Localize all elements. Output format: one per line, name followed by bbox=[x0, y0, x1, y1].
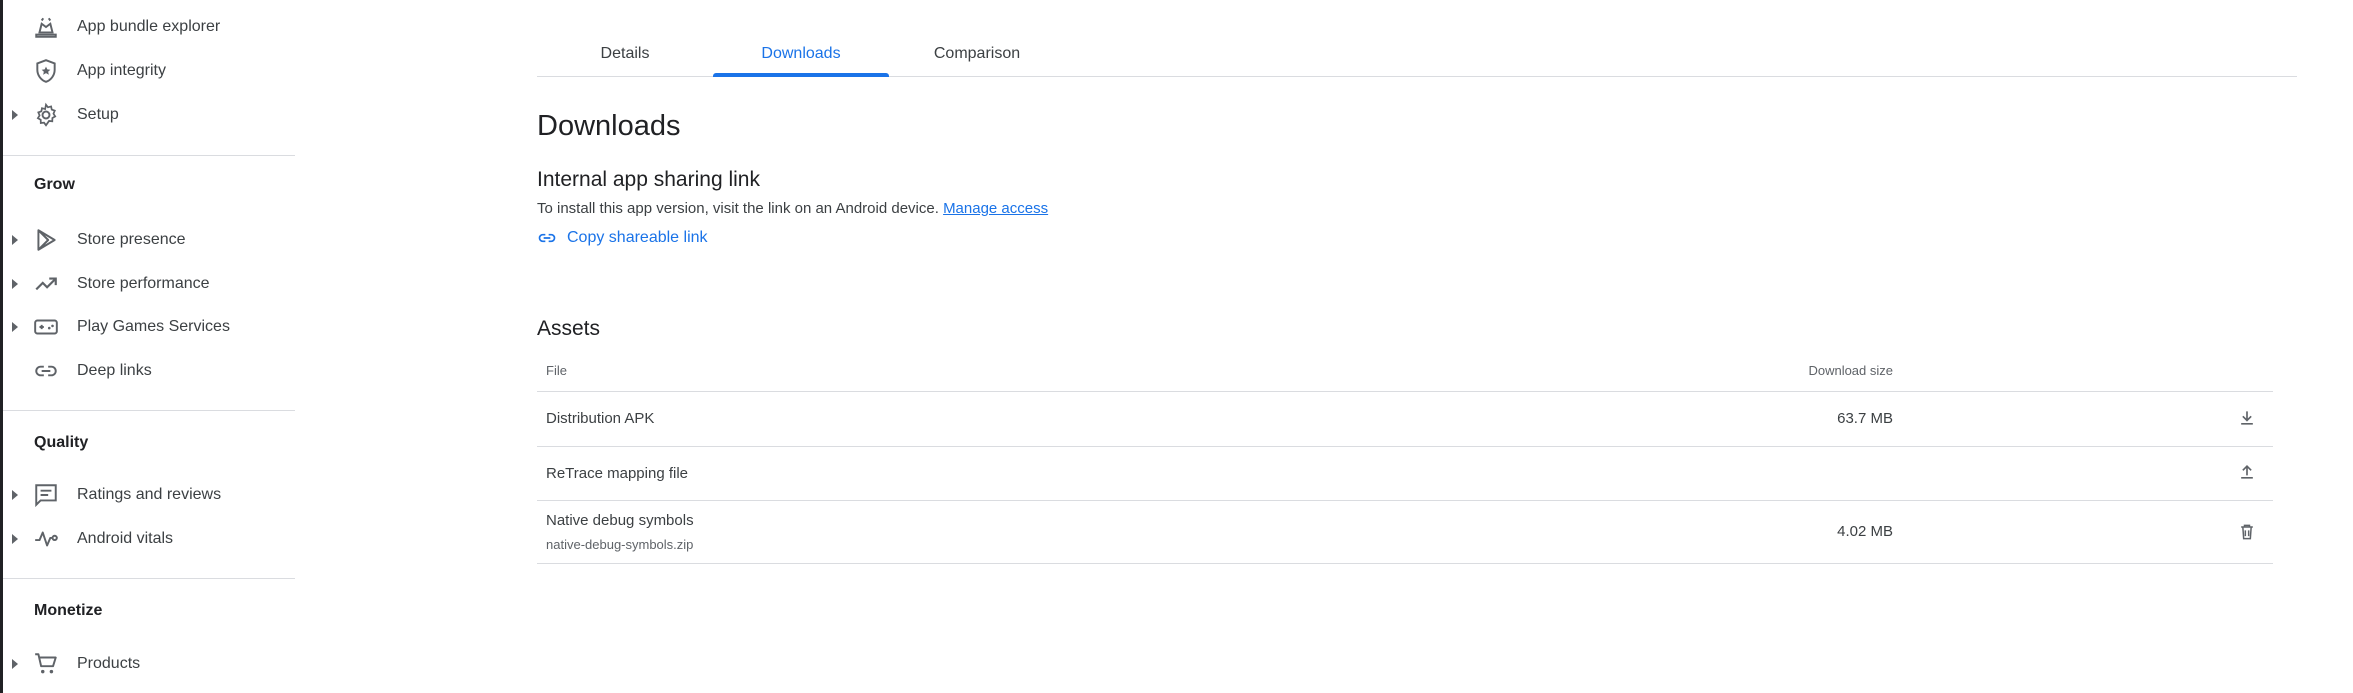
delete-icon[interactable] bbox=[2236, 521, 2258, 543]
reviews-icon bbox=[33, 482, 59, 508]
sidebar-item-app-bundle-explorer[interactable]: App bundle explorer bbox=[0, 5, 295, 49]
expand-caret-icon[interactable] bbox=[12, 235, 18, 245]
sidebar-item-store-performance[interactable]: Store performance bbox=[0, 262, 295, 306]
table-row: Native debug symbols native-debug-symbol… bbox=[537, 501, 2273, 564]
page-title: Downloads bbox=[537, 110, 681, 142]
file-name: ReTrace mapping file bbox=[546, 465, 689, 482]
assets-table: File Download size Distribution APK 63.7… bbox=[537, 351, 2273, 564]
column-header-file: File bbox=[546, 363, 567, 378]
download-size: 63.7 MB bbox=[1837, 410, 1893, 427]
sharing-description-text: To install this app version, visit the l… bbox=[537, 200, 939, 217]
sidebar-divider bbox=[3, 410, 295, 411]
download-size: 4.02 MB bbox=[1837, 523, 1893, 540]
copy-link-label: Copy shareable link bbox=[567, 229, 708, 246]
column-header-size: Download size bbox=[1808, 363, 1893, 378]
assets-heading: Assets bbox=[537, 317, 601, 340]
sidebar-item-ratings-and-reviews[interactable]: Ratings and reviews bbox=[0, 473, 295, 517]
trending-up-icon bbox=[33, 271, 59, 297]
sidebar-item-android-vitals[interactable]: Android vitals bbox=[0, 517, 295, 561]
sidebar-item-products[interactable]: Products bbox=[0, 642, 295, 686]
tab-details[interactable]: Details bbox=[537, 32, 713, 76]
expand-caret-icon[interactable] bbox=[12, 279, 18, 289]
bundle-icon bbox=[33, 14, 59, 40]
expand-caret-icon[interactable] bbox=[12, 322, 18, 332]
sidebar-item-label: App bundle explorer bbox=[77, 18, 221, 35]
sharing-heading: Internal app sharing link bbox=[537, 168, 760, 191]
sidebar-item-label: Android vitals bbox=[77, 530, 174, 547]
expand-caret-icon[interactable] bbox=[12, 110, 18, 120]
shield-icon bbox=[33, 58, 59, 84]
sidebar-item-label: Store presence bbox=[77, 231, 186, 248]
sidebar-section-grow: Grow bbox=[34, 176, 75, 193]
upload-icon[interactable] bbox=[2236, 461, 2258, 483]
file-subtitle: native-debug-symbols.zip bbox=[546, 537, 694, 552]
link-icon bbox=[538, 233, 556, 243]
sidebar-item-store-presence[interactable]: Store presence bbox=[0, 218, 295, 262]
cart-icon bbox=[33, 651, 59, 677]
file-name: Native debug symbols bbox=[546, 512, 694, 529]
tab-comparison[interactable]: Comparison bbox=[889, 32, 1065, 76]
file-name: Distribution APK bbox=[546, 410, 655, 427]
sidebar-section-quality: Quality bbox=[34, 434, 89, 451]
sidebar-item-label: Ratings and reviews bbox=[77, 486, 222, 503]
sidebar-item-label: Deep links bbox=[77, 362, 152, 379]
sidebar-item-setup[interactable]: Setup bbox=[0, 93, 295, 137]
sidebar: App bundle explorer App integrity Setup … bbox=[0, 0, 295, 693]
expand-caret-icon[interactable] bbox=[12, 659, 18, 669]
tab-bar: Details Downloads Comparison bbox=[537, 32, 2297, 77]
sidebar-item-deep-links[interactable]: Deep links bbox=[0, 349, 295, 393]
sidebar-item-label: Store performance bbox=[77, 275, 210, 292]
gear-icon bbox=[33, 102, 59, 128]
tab-downloads[interactable]: Downloads bbox=[713, 32, 889, 77]
gamepad-icon bbox=[33, 314, 59, 340]
download-icon[interactable] bbox=[2236, 407, 2258, 429]
sidebar-divider bbox=[3, 155, 295, 156]
sidebar-item-label: Setup bbox=[77, 106, 119, 123]
sidebar-item-label: Play Games Services bbox=[77, 318, 230, 335]
link-icon bbox=[33, 358, 59, 384]
sharing-description: To install this app version, visit the l… bbox=[537, 200, 1048, 217]
expand-caret-icon[interactable] bbox=[12, 490, 18, 500]
expand-caret-icon[interactable] bbox=[12, 534, 18, 544]
table-header: File Download size bbox=[537, 351, 2273, 392]
sidebar-item-play-games-services[interactable]: Play Games Services bbox=[0, 305, 295, 349]
sidebar-section-monetize: Monetize bbox=[34, 602, 103, 619]
sidebar-item-label: Products bbox=[77, 655, 141, 672]
manage-access-link[interactable]: Manage access bbox=[943, 200, 1048, 217]
table-row: Distribution APK 63.7 MB bbox=[537, 392, 2273, 447]
table-row: ReTrace mapping file bbox=[537, 447, 2273, 501]
vitals-icon bbox=[33, 526, 59, 552]
copy-shareable-link-button[interactable]: Copy shareable link bbox=[537, 228, 708, 248]
sidebar-divider bbox=[3, 578, 295, 579]
sidebar-item-label: App integrity bbox=[77, 62, 166, 79]
sidebar-item-app-integrity[interactable]: App integrity bbox=[0, 49, 295, 93]
play-icon bbox=[33, 227, 59, 253]
